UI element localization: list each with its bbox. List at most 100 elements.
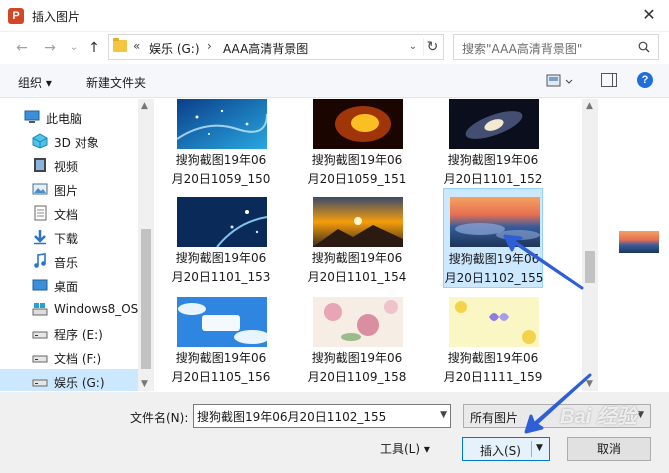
thumbnail-image — [450, 197, 540, 247]
sidebar-item-pictures[interactable]: 图片 — [0, 177, 138, 201]
scrollbar-thumb[interactable] — [141, 229, 151, 369]
file-name: 搜狗截图19年06 月20日1109_158 — [307, 351, 407, 384]
scroll-down-icon[interactable]: ▼ — [141, 379, 148, 389]
file-name: 搜狗截图19年06 月20日1059_151 — [307, 153, 407, 186]
watermark: Bai 经验 — [560, 406, 637, 428]
search-placeholder: 搜索"AAA高清背景图" — [462, 42, 583, 56]
computer-icon — [24, 110, 40, 123]
sidebar-item-drive-e[interactable]: 程序 (E:) — [0, 321, 138, 345]
sidebar-item-drive-f[interactable]: 文档 (F:) — [0, 345, 138, 369]
file-tile[interactable]: 搜狗截图19年06 月20日1101_153 — [171, 197, 271, 289]
preview-image — [619, 231, 659, 253]
thumbnail-image — [177, 297, 267, 347]
folder-icon — [113, 38, 127, 52]
file-list-scrollbar[interactable]: ▲ ▼ — [582, 99, 598, 391]
window-title: 插入图片 — [32, 10, 81, 24]
tools-button[interactable]: 工具(L) ▾ — [380, 440, 430, 457]
change-view-icon[interactable] — [546, 72, 576, 90]
sidebar-item-label: 视频 — [54, 160, 79, 174]
filename-label: 文件名(N): — [130, 411, 189, 425]
sidebar-item-videos[interactable]: 视频 — [0, 153, 138, 177]
scroll-down-icon[interactable]: ▼ — [586, 379, 593, 389]
thumbnail-image — [313, 297, 403, 347]
insert-button[interactable]: 插入(S) ▼ — [462, 437, 550, 461]
drive-icon — [32, 355, 48, 363]
file-name: 搜狗截图19年06 月20日1101_152 — [443, 153, 543, 186]
thumbnail-image — [313, 197, 403, 247]
search-icon — [638, 41, 650, 53]
pictures-icon — [32, 183, 48, 195]
sidebar-item-drive-g[interactable]: 娱乐 (G:) — [0, 369, 138, 391]
sidebar-item-label: 3D 对象 — [54, 136, 99, 150]
sidebar-item-this-pc[interactable]: 此电脑 — [0, 105, 138, 129]
sidebar-item-label: Windows8_OS — [54, 302, 139, 316]
scroll-up-icon[interactable]: ▲ — [586, 101, 593, 111]
sidebar-item-label: 此电脑 — [46, 112, 83, 126]
chevron-down-icon[interactable]: ▼ — [637, 410, 644, 420]
3d-objects-icon — [32, 133, 48, 149]
scrollbar-thumb[interactable] — [585, 251, 595, 283]
thumbnail-image — [313, 99, 403, 149]
sidebar-item-3d-objects[interactable]: 3D 对象 — [0, 129, 138, 153]
sidebar-item-label: 娱乐 (G:) — [54, 376, 105, 390]
file-name: 搜狗截图19年06 月20日1101_153 — [171, 251, 271, 284]
file-tile[interactable]: 搜狗截图19年06 月20日1111_159 — [443, 297, 543, 389]
sidebar-item-downloads[interactable]: 下载 — [0, 225, 138, 249]
sidebar-item-label: 下载 — [54, 232, 79, 246]
file-tile[interactable]: 搜狗截图19年06 月20日1059_150 — [171, 99, 271, 191]
file-name: 搜狗截图19年06 月20日1102_155 — [444, 252, 544, 285]
file-tile[interactable]: 搜狗截图19年06 月20日1059_151 — [307, 99, 407, 191]
breadcrumb-overflow[interactable]: « — [133, 39, 140, 53]
file-tile-selected[interactable]: 搜狗截图19年06 月20日1102_155 — [443, 188, 543, 288]
filename-input[interactable] — [197, 408, 427, 424]
cancel-button[interactable]: 取消 — [567, 437, 651, 461]
recent-locations-chevron-icon[interactable]: ⌄ — [64, 38, 84, 58]
breadcrumb-folder[interactable]: AAA高清背景图 — [223, 40, 308, 57]
forward-arrow-icon[interactable]: → — [40, 38, 60, 58]
file-list: 搜狗截图19年06 月20日1059_150 搜狗截图19年06 月20日1059_… — [155, 99, 582, 391]
up-arrow-icon[interactable]: ↑ — [84, 38, 104, 58]
chevron-down-icon[interactable]: ▼ — [536, 443, 543, 453]
close-icon[interactable]: ✕ — [639, 5, 659, 25]
sidebar-scrollbar[interactable]: ▲ ▼ — [138, 99, 153, 391]
chevron-down-icon[interactable]: ▼ — [440, 410, 447, 420]
file-tile[interactable]: 搜狗截图19年06 月20日1105_156 — [171, 297, 271, 389]
preview-pane — [598, 99, 669, 391]
scroll-up-icon[interactable]: ▲ — [141, 101, 148, 111]
video-icon — [34, 158, 46, 172]
file-name: 搜狗截图19年06 月20日1111_159 — [443, 351, 543, 384]
sidebar-item-desktop[interactable]: 桌面 — [0, 273, 138, 297]
thumbnail-image — [177, 197, 267, 247]
music-icon — [34, 253, 46, 268]
back-arrow-icon[interactable]: ← — [12, 38, 32, 58]
file-name: 搜狗截图19年06 月20日1101_154 — [307, 251, 407, 284]
sidebar-item-label: 音乐 — [54, 256, 79, 270]
file-tile[interactable]: 搜狗截图19年06 月20日1101_154 — [307, 197, 407, 289]
powerpoint-icon: P — [8, 8, 24, 24]
drive-icon — [32, 331, 48, 339]
new-folder-button[interactable]: 新建文件夹 — [86, 74, 146, 91]
refresh-icon[interactable]: ↻ — [423, 38, 441, 56]
drive-icon — [32, 379, 48, 387]
sidebar-item-music[interactable]: 音乐 — [0, 249, 138, 273]
title-bar: P 插入图片 ✕ — [0, 0, 669, 32]
chevron-down-icon[interactable]: ⌄ — [407, 41, 419, 53]
address-bar[interactable]: « 娱乐 (G:) › AAA高清背景图 ⌄ ↻ — [108, 34, 444, 60]
file-tile[interactable]: 搜狗截图19年06 月20日1109_158 — [307, 297, 407, 389]
sidebar-item-windows8-os[interactable]: Windows8_OS — [0, 297, 138, 321]
preview-pane-icon[interactable] — [601, 73, 617, 87]
desktop-icon — [32, 279, 48, 291]
filename-field[interactable]: ▼ — [193, 404, 451, 428]
help-icon[interactable]: ? — [637, 72, 653, 88]
breadcrumb-separator[interactable]: › — [207, 39, 212, 53]
insert-button-label: 插入(S) — [480, 444, 521, 458]
thumbnail-image — [449, 297, 539, 347]
organize-button[interactable]: 组织 ▾ — [18, 74, 52, 91]
search-input[interactable]: 搜索"AAA高清背景图" — [453, 34, 659, 60]
file-tile[interactable]: 搜狗截图19年06 月20日1101_152 — [443, 99, 543, 191]
sidebar-item-documents[interactable]: 文档 — [0, 201, 138, 225]
breadcrumb-drive[interactable]: 娱乐 (G:) — [149, 40, 200, 57]
file-type-value: 所有图片 — [470, 411, 519, 425]
split-divider — [531, 441, 532, 457]
sidebar-item-label: 文档 — [54, 208, 79, 222]
